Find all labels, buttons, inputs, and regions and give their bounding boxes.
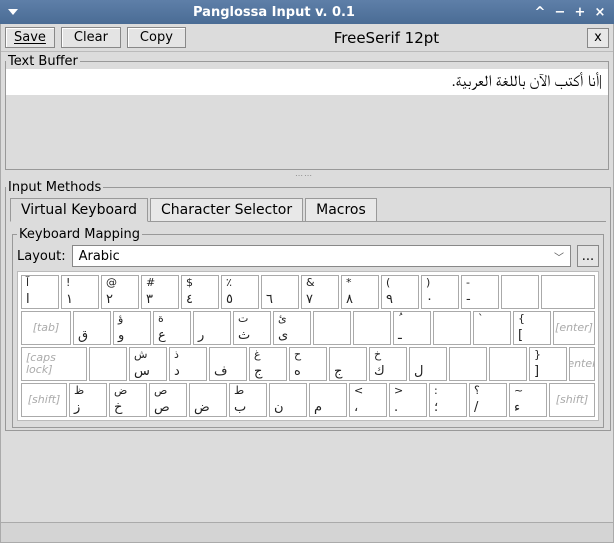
character-key[interactable]: آا [21, 275, 59, 309]
character-key[interactable]: طب [229, 383, 267, 417]
input-methods-legend: Input Methods [6, 180, 103, 195]
text-buffer-group: Text Buffer |أنا أكتب الآن باللغة العربي… [5, 54, 609, 170]
layout-select[interactable]: Arabic ﹀ [72, 245, 571, 267]
layout-label: Layout: [17, 249, 66, 264]
toolbar: Save Clear Copy FreeSerif 12pt x [1, 24, 613, 52]
character-key[interactable] [353, 311, 391, 345]
utility-key[interactable]: [enter] [569, 347, 595, 381]
utility-key[interactable]: [enter] [553, 311, 595, 345]
character-key[interactable]: &٧ [301, 275, 339, 309]
utility-key[interactable]: [tab] [21, 311, 71, 345]
maximize-icon[interactable]: + [572, 4, 588, 20]
shade-icon[interactable]: ^ [532, 4, 548, 20]
character-key[interactable] [313, 311, 351, 345]
character-key[interactable]: }] [529, 347, 567, 381]
character-key[interactable]: ٪٥ [221, 275, 259, 309]
character-key[interactable]: ؤو [113, 311, 151, 345]
character-key[interactable]: حه [289, 347, 327, 381]
character-key[interactable] [89, 347, 127, 381]
utility-key[interactable]: [caps lock] [21, 347, 87, 381]
character-key[interactable]: ٦ [261, 275, 299, 309]
minimize-icon[interactable]: − [552, 4, 568, 20]
character-key[interactable]: ؟/ [469, 383, 507, 417]
character-key[interactable]: ُـ [393, 311, 431, 345]
character-key[interactable]: ضخ [109, 383, 147, 417]
text-buffer[interactable]: |أنا أكتب الآن باللغة العربية. [6, 69, 608, 95]
character-key[interactable]: {[ [513, 311, 551, 345]
tab-macros[interactable]: Macros [305, 198, 377, 222]
character-key[interactable]: ةع [153, 311, 191, 345]
character-key[interactable]: #٣ [141, 275, 179, 309]
close-icon[interactable]: × [592, 4, 608, 20]
splitter[interactable]: ⋯⋯ [1, 172, 613, 178]
character-key[interactable]: ق [73, 311, 111, 345]
character-key[interactable]: ض [189, 383, 227, 417]
character-key[interactable] [541, 275, 595, 309]
copy-button[interactable]: Copy [127, 27, 186, 48]
keyboard-mapping-legend: Keyboard Mapping [17, 227, 142, 242]
character-key[interactable]: ئى [273, 311, 311, 345]
character-key[interactable]: ج [329, 347, 367, 381]
character-key[interactable]: تث [233, 311, 271, 345]
character-key[interactable]: ف [209, 347, 247, 381]
character-key[interactable]: خك [369, 347, 407, 381]
character-key[interactable]: (٩ [381, 275, 419, 309]
character-key[interactable]: <، [349, 383, 387, 417]
keyboard-mapping-group: Keyboard Mapping Layout: Arabic ﹀ ... آا… [12, 227, 604, 428]
character-key[interactable]: ` [473, 311, 511, 345]
clear-button[interactable]: Clear [61, 27, 121, 48]
tab-virtual-keyboard[interactable]: Virtual Keyboard [10, 198, 148, 222]
character-key[interactable]: ر [193, 311, 231, 345]
character-key[interactable]: ظز [69, 383, 107, 417]
input-methods-group: Input Methods Virtual Keyboard Character… [5, 180, 611, 431]
font-label: FreeSerif 12pt [192, 29, 581, 47]
text-buffer-legend: Text Buffer [6, 54, 80, 69]
character-key[interactable]: م [309, 383, 347, 417]
character-key[interactable]: $٤ [181, 275, 219, 309]
character-key[interactable]: -- [461, 275, 499, 309]
character-key[interactable]: غج [249, 347, 287, 381]
character-key[interactable] [489, 347, 527, 381]
character-key[interactable]: )٠ [421, 275, 459, 309]
layout-value: Arabic [79, 249, 120, 264]
virtual-keyboard: آا!١@٢#٣$٤٪٥ ٦&٧*٨(٩)٠-- [tab] قؤوةع رتث… [17, 271, 599, 421]
grip-icon: ⋯⋯ [295, 174, 319, 177]
utility-key[interactable]: [shift] [21, 383, 67, 417]
character-key[interactable]: صص [149, 383, 187, 417]
character-key[interactable]: @٢ [101, 275, 139, 309]
window-title: Panglossa Input v. 0.1 [147, 5, 401, 20]
titlebar: Panglossa Input v. 0.1 ^ − + × [0, 0, 614, 24]
tab-character-selector[interactable]: Character Selector [150, 198, 303, 222]
save-button[interactable]: Save [5, 27, 55, 48]
panel-close-button[interactable]: x [587, 28, 609, 48]
character-key[interactable]: !١ [61, 275, 99, 309]
layout-more-button[interactable]: ... [577, 245, 599, 267]
tabs: Virtual Keyboard Character Selector Macr… [6, 195, 610, 222]
character-key[interactable]: ن [269, 383, 307, 417]
character-key[interactable]: شس [129, 347, 167, 381]
character-key[interactable]: >. [389, 383, 427, 417]
app-menu-icon[interactable] [6, 5, 20, 19]
character-key[interactable]: *٨ [341, 275, 379, 309]
text-content: أنا أكتب الآن باللغة العربية. [452, 74, 599, 90]
status-bar [1, 522, 613, 542]
character-key[interactable]: ~ء [509, 383, 547, 417]
text-caret: | [599, 74, 602, 90]
character-key[interactable] [433, 311, 471, 345]
character-key[interactable]: ل [409, 347, 447, 381]
character-key[interactable]: ذد [169, 347, 207, 381]
character-key[interactable]: :؛ [429, 383, 467, 417]
chevron-down-icon: ﹀ [554, 249, 564, 264]
character-key[interactable] [501, 275, 539, 309]
character-key[interactable] [449, 347, 487, 381]
utility-key[interactable]: [shift] [549, 383, 595, 417]
